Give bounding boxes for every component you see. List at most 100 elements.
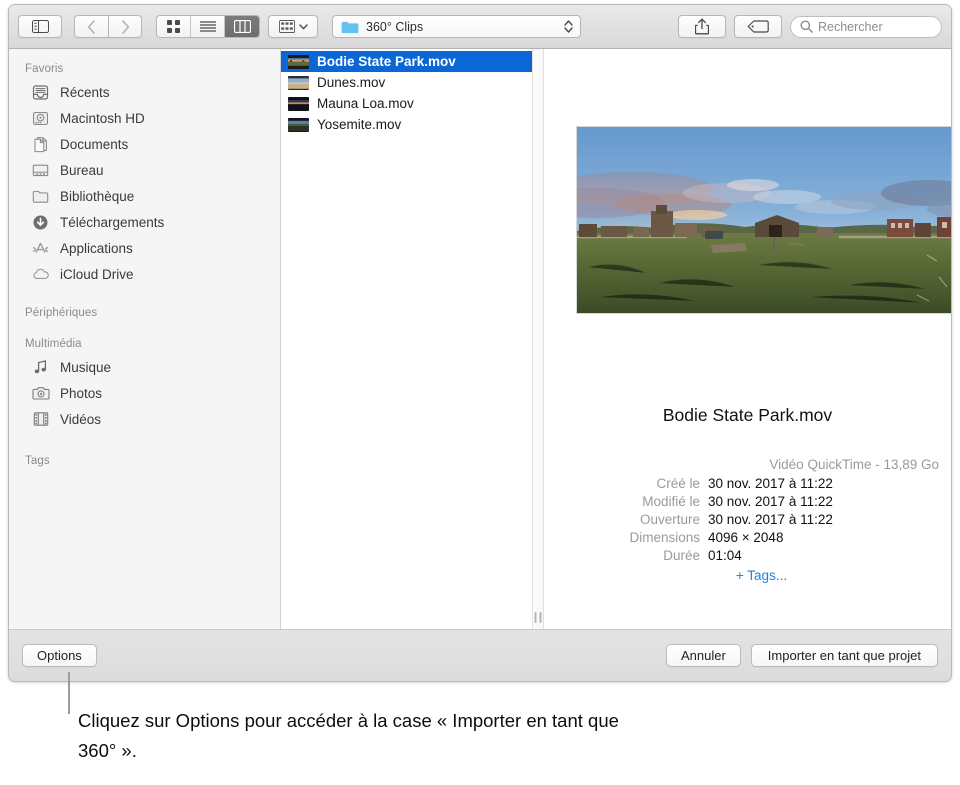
updown-chevron-icon — [564, 19, 573, 34]
finder-import-window: 360° Clips Rechercher Favoris Récents Ma… — [8, 4, 952, 682]
tag-button[interactable] — [734, 15, 782, 38]
preview-metadata: Vidéo QuickTime - 13,89 Go Créé le 30 no… — [544, 457, 939, 583]
back-button[interactable] — [74, 15, 108, 38]
search-icon — [800, 20, 813, 33]
file-thumbnail — [288, 96, 309, 111]
file-thumbnail — [288, 117, 309, 132]
share-button[interactable] — [678, 15, 726, 38]
arrange-grid-icon — [278, 20, 295, 33]
callout-leader-line — [68, 672, 70, 714]
preview-pane: Bodie State Park.mov Vidéo QuickTime - 1… — [544, 49, 951, 629]
path-popup-label: 360° Clips — [366, 19, 424, 34]
sidebar-item-label: Récents — [60, 84, 110, 100]
sidebar-header-tags: Tags — [25, 455, 50, 467]
sidebar-item-macintosh-hd[interactable]: Macintosh HD — [9, 105, 280, 131]
downloads-icon — [31, 213, 50, 232]
chevron-down-icon — [298, 23, 308, 30]
file-thumbnail — [288, 54, 309, 69]
view-icon-button[interactable] — [157, 16, 191, 37]
view-column-button[interactable] — [225, 16, 259, 37]
view-mode-segmented-control — [156, 15, 260, 38]
sidebar-item-label: Vidéos — [60, 411, 102, 427]
sidebar-toggle-button[interactable] — [18, 15, 62, 38]
sidebar-item-applications[interactable]: Applications — [9, 235, 280, 261]
sidebar-item-photos[interactable]: Photos — [9, 380, 280, 406]
sidebar-item-bibliotheque[interactable]: Bibliothèque — [9, 183, 280, 209]
tag-icon — [747, 20, 769, 33]
file-list-row[interactable]: Yosemite.mov — [281, 114, 532, 135]
harddisk-icon — [31, 109, 50, 128]
import-as-project-button[interactable]: Importer en tant que projet — [750, 644, 938, 667]
sidebar-item-label: iCloud Drive — [60, 266, 134, 282]
film-icon — [31, 410, 50, 429]
camera-icon — [31, 384, 50, 403]
navigation-buttons — [74, 15, 142, 38]
callout-caption: Cliquez sur Options pour accéder à la ca… — [78, 710, 619, 761]
path-popup-button[interactable]: 360° Clips — [332, 15, 581, 38]
window-body: Favoris Récents Macintosh HD Documents B… — [9, 49, 951, 629]
metadata-key: Modifié le — [642, 494, 700, 509]
panorama-360-thumbnail — [577, 127, 951, 313]
sidebar-item-icloud-drive[interactable]: iCloud Drive — [9, 261, 280, 287]
chevron-right-icon — [121, 19, 130, 34]
chevron-left-icon — [87, 19, 96, 34]
column-resize-grip[interactable] — [534, 612, 542, 623]
sidebar-item-bureau[interactable]: Bureau — [9, 157, 280, 183]
sidebar-item-musique[interactable]: Musique — [9, 354, 280, 380]
view-list-button[interactable] — [191, 16, 225, 37]
desktop-icon — [31, 161, 50, 180]
metadata-key: Durée — [663, 548, 700, 563]
sidebar-item-label: Musique — [60, 359, 112, 375]
file-name-label: Bodie State Park.mov — [317, 54, 456, 69]
arrange-by-button[interactable] — [268, 15, 318, 38]
sidebar-header-peripheriques: Périphériques — [25, 307, 98, 319]
add-tags-link[interactable]: + Tags... — [544, 568, 939, 583]
sidebar-item-label: Macintosh HD — [60, 110, 145, 126]
sidebar: Favoris Récents Macintosh HD Documents B… — [9, 49, 281, 629]
sidebar-item-videos[interactable]: Vidéos — [9, 406, 280, 432]
file-list-column[interactable]: Bodie State Park.mov Dunes.mov Mauna Loa… — [281, 49, 533, 629]
file-name-label: Yosemite.mov — [317, 117, 402, 132]
options-button[interactable]: Options — [22, 644, 97, 667]
grid-icon — [167, 20, 180, 33]
list-icon — [199, 20, 216, 33]
sidebar-item-label: Photos — [60, 385, 103, 401]
documents-icon — [31, 135, 50, 154]
sidebar-header-favoris: Favoris — [25, 63, 64, 75]
sidebar-item-label: Bibliothèque — [60, 188, 135, 204]
metadata-key: Dimensions — [629, 530, 700, 545]
sidebar-item-label: Bureau — [60, 162, 104, 178]
cancel-button[interactable]: Annuler — [665, 644, 741, 667]
file-thumbnail — [288, 75, 309, 90]
sidebar-item-label: Applications — [60, 240, 133, 256]
file-name-label: Mauna Loa.mov — [317, 96, 414, 111]
sidebar-item-documents[interactable]: Documents — [9, 131, 280, 157]
file-name-label: Dunes.mov — [317, 75, 386, 90]
metadata-key: Créé le — [656, 476, 700, 491]
preview-file-title: Bodie State Park.mov — [662, 405, 833, 425]
sidebar-item-telechargements[interactable]: Téléchargements — [9, 209, 280, 235]
sidebar-item-recents[interactable]: Récents — [9, 79, 280, 105]
sidebar-toggle-icon — [31, 20, 49, 33]
forward-button[interactable] — [108, 15, 142, 38]
column-divider[interactable] — [533, 49, 544, 629]
metadata-value: 30 nov. 2017 à 11:22 — [708, 476, 833, 491]
file-list-row[interactable]: Dunes.mov — [281, 72, 532, 93]
window-toolbar: 360° Clips Rechercher — [9, 5, 951, 49]
sidebar-item-label: Téléchargements — [60, 214, 165, 230]
metadata-key: Ouverture — [639, 512, 700, 527]
applications-icon — [31, 239, 50, 258]
metadata-value: 01:04 — [708, 548, 742, 563]
search-placeholder-text: Rechercher — [818, 19, 883, 34]
screenshot-root: 360° Clips Rechercher Favoris Récents Ma… — [0, 0, 960, 785]
file-list-row[interactable]: Bodie State Park.mov — [281, 51, 532, 72]
folder-icon — [341, 20, 359, 34]
file-list-row[interactable]: Mauna Loa.mov — [281, 93, 532, 114]
sidebar-item-label: Documents — [60, 136, 129, 152]
columns-icon — [233, 20, 251, 33]
search-input[interactable]: Rechercher — [790, 15, 942, 38]
share-icon — [695, 18, 709, 35]
preview-image — [576, 126, 951, 314]
recents-icon — [31, 83, 50, 102]
metadata-value: 4096 × 2048 — [708, 530, 784, 545]
